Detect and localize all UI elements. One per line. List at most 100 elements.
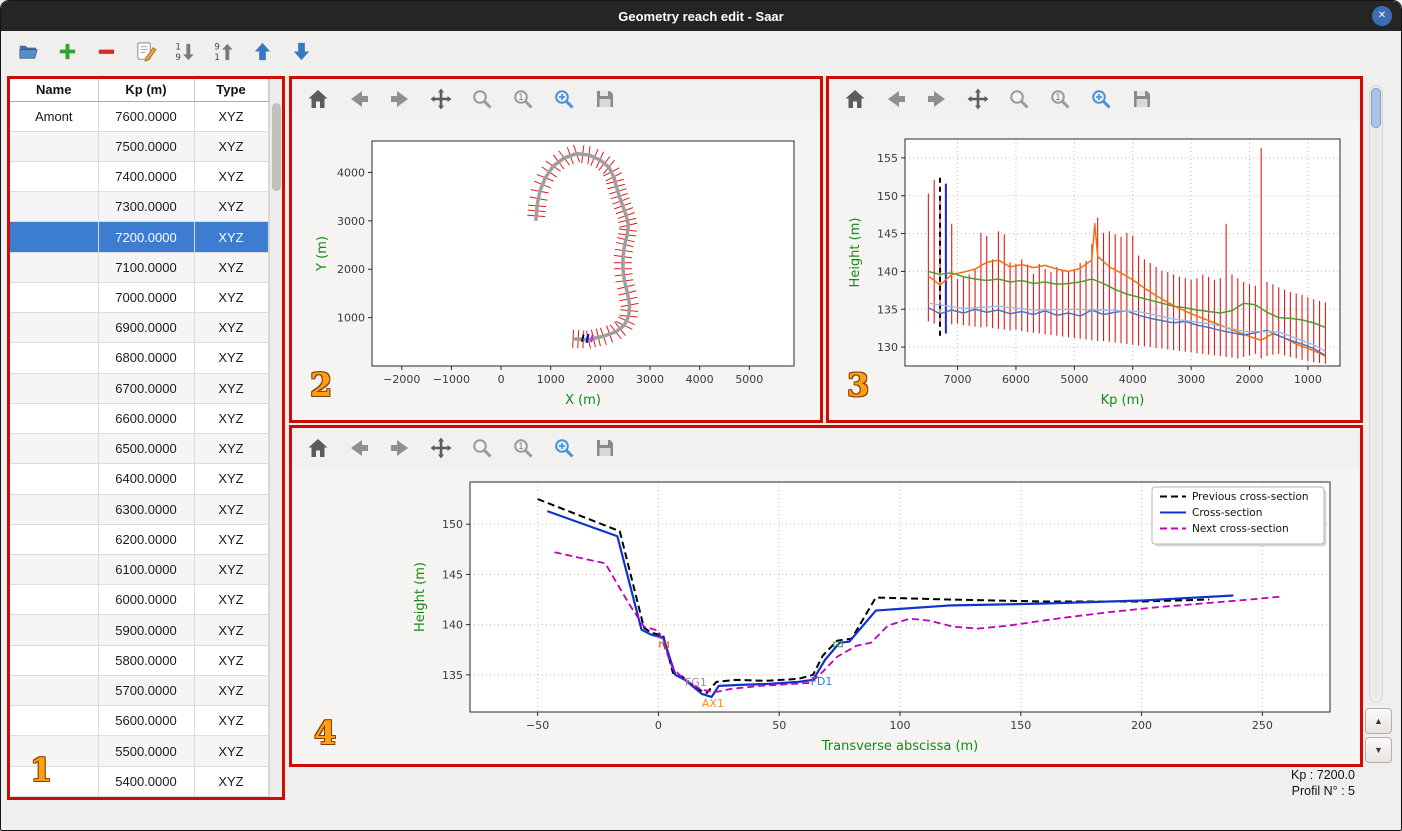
- move-down-button[interactable]: [288, 38, 315, 65]
- down-icon: [290, 40, 313, 63]
- svg-text:140: 140: [877, 265, 898, 278]
- home-icon: [306, 436, 330, 460]
- move-up-button[interactable]: [249, 38, 276, 65]
- home-icon: [843, 87, 867, 111]
- back-button[interactable]: [345, 85, 373, 113]
- pan-icon: [429, 436, 453, 460]
- table-row[interactable]: 6900.0000 XYZ: [10, 312, 269, 344]
- col-header-name[interactable]: Name: [10, 79, 99, 102]
- svg-text:2000: 2000: [337, 263, 365, 276]
- sort-descending-button[interactable]: [210, 38, 237, 65]
- table-row[interactable]: 6000.0000 XYZ: [10, 584, 269, 616]
- zoom-button[interactable]: [468, 434, 496, 462]
- home-button[interactable]: [304, 85, 332, 113]
- save-figure-button[interactable]: [591, 434, 619, 462]
- svg-text:Kp (m): Kp (m): [1101, 393, 1145, 408]
- zoom-select-button[interactable]: [550, 434, 578, 462]
- sort-ascending-button[interactable]: [171, 38, 198, 65]
- table-row[interactable]: 5700.0000 XYZ: [10, 675, 269, 707]
- table-row[interactable]: 6800.0000 XYZ: [10, 342, 269, 374]
- table-row[interactable]: 6500.0000 XYZ: [10, 433, 269, 465]
- col-header-type[interactable]: Type: [194, 79, 269, 102]
- zoom-icon: [470, 436, 494, 460]
- forward-button[interactable]: [386, 85, 414, 113]
- edit-cross-section-button[interactable]: [132, 38, 159, 65]
- table-row[interactable]: 7400.0000 XYZ: [10, 161, 269, 193]
- close-button[interactable]: ✕: [1372, 6, 1392, 26]
- zoom-original-button[interactable]: [509, 85, 537, 113]
- zoom-select-button[interactable]: [550, 85, 578, 113]
- table-row[interactable]: 6300.0000 XYZ: [10, 494, 269, 525]
- table-row[interactable]: 5900.0000 XYZ: [10, 614, 269, 646]
- svg-text:4000: 4000: [337, 166, 365, 179]
- table-row[interactable]: 6600.0000 XYZ: [10, 403, 269, 435]
- back-icon: [347, 87, 371, 111]
- svg-text:1000: 1000: [1294, 373, 1322, 386]
- svg-text:Height (m): Height (m): [848, 218, 863, 288]
- forward-button[interactable]: [386, 434, 414, 462]
- table-row[interactable]: 6400.0000 XYZ: [10, 463, 269, 495]
- scroll-up-button[interactable]: ▲: [1365, 708, 1392, 734]
- longitudinal-profile-chart[interactable]: 7000 6000 5000 4000 3000 2000 1000 130 135 140 145…: [829, 119, 1360, 420]
- svg-text:−2000: −2000: [383, 373, 420, 386]
- back-button[interactable]: [882, 85, 910, 113]
- svg-text:2000: 2000: [586, 373, 614, 386]
- save-figure-button[interactable]: [1128, 85, 1156, 113]
- table-scrollbar[interactable]: [268, 79, 282, 797]
- zoom-button[interactable]: [1005, 85, 1033, 113]
- svg-text:Cross-section: Cross-section: [1192, 507, 1262, 519]
- table-row[interactable]: 7100.0000 XYZ: [10, 252, 269, 283]
- table-row[interactable]: 5800.0000 XYZ: [10, 645, 269, 676]
- longitudinal-profile-panel: 7000 6000 5000 4000 3000 2000 1000 130 135 140 145…: [826, 76, 1363, 423]
- svg-text:200: 200: [1131, 719, 1152, 732]
- svg-text:Previous cross-section: Previous cross-section: [1192, 491, 1309, 503]
- scroll-down-button[interactable]: ▼: [1365, 737, 1392, 763]
- table-row[interactable]: 5600.0000 XYZ: [10, 705, 269, 737]
- cross-section-profile-chart[interactable]: −50 0 50 100 150 200 250 135 140 145 150 rg rd FG1 AX1…: [292, 468, 1360, 764]
- table-row[interactable]: 7500.0000 XYZ: [10, 131, 269, 162]
- sort-desc-icon: [212, 40, 235, 63]
- pan-button[interactable]: [964, 85, 992, 113]
- home-button[interactable]: [841, 85, 869, 113]
- table-row[interactable]: 7000.0000 XYZ: [10, 282, 269, 314]
- table-scrollbar-thumb[interactable]: [271, 103, 281, 191]
- titlebar[interactable]: Geometry reach edit - Saar ✕: [1, 1, 1401, 31]
- save-figure-button[interactable]: [591, 85, 619, 113]
- delete-cross-section-button[interactable]: [93, 38, 120, 65]
- table-row[interactable]: 7200.0000 XYZ: [10, 221, 269, 253]
- open-geometry-button[interactable]: [15, 38, 42, 65]
- vertical-scrollbar[interactable]: [1369, 85, 1383, 703]
- zoom-select-button[interactable]: [1087, 85, 1115, 113]
- pan-button[interactable]: [427, 434, 455, 462]
- zoom-plus-icon: [552, 87, 576, 111]
- zoom-original-button[interactable]: [1046, 85, 1074, 113]
- table-body: Amont 7600.0000 XYZ 7500.0000 XYZ 7400.0000 XY…: [10, 101, 269, 797]
- forward-button[interactable]: [923, 85, 951, 113]
- svg-text:rg: rg: [658, 638, 669, 651]
- table-row[interactable]: 6100.0000 XYZ: [10, 554, 269, 586]
- plan-view-chart[interactable]: −2000 −1000 0 1000 2000 3000 4000 5000 1000 2000 3…: [292, 119, 820, 420]
- back-button[interactable]: [345, 434, 373, 462]
- zoom-original-button[interactable]: [509, 434, 537, 462]
- svg-text:0: 0: [498, 373, 505, 386]
- svg-text:100: 100: [890, 719, 911, 732]
- col-header-kp[interactable]: Kp (m): [98, 79, 195, 102]
- table-row[interactable]: 6700.0000 XYZ: [10, 373, 269, 404]
- add-cross-section-button[interactable]: [54, 38, 81, 65]
- cross-section-table: Name Kp (m) Type Amont 7600.0000 XYZ 7500.0…: [10, 79, 269, 797]
- table-row[interactable]: 6200.0000 XYZ: [10, 524, 269, 556]
- down-arrow-icon: ▼: [1374, 745, 1383, 755]
- zoom-button[interactable]: [468, 85, 496, 113]
- main-toolbar: [1, 31, 1401, 71]
- table-row[interactable]: 7300.0000 XYZ: [10, 191, 269, 223]
- table-row[interactable]: Amont 7600.0000 XYZ: [10, 101, 269, 132]
- back-icon: [347, 436, 371, 460]
- sort-asc-icon: [173, 40, 196, 63]
- pan-button[interactable]: [427, 85, 455, 113]
- home-button[interactable]: [304, 434, 332, 462]
- vertical-scrollbar-thumb[interactable]: [1371, 88, 1381, 128]
- zoom-plus-icon: [1089, 87, 1113, 111]
- svg-text:rd: rd: [832, 638, 843, 651]
- svg-text:150: 150: [877, 190, 898, 203]
- svg-text:3000: 3000: [1177, 373, 1205, 386]
